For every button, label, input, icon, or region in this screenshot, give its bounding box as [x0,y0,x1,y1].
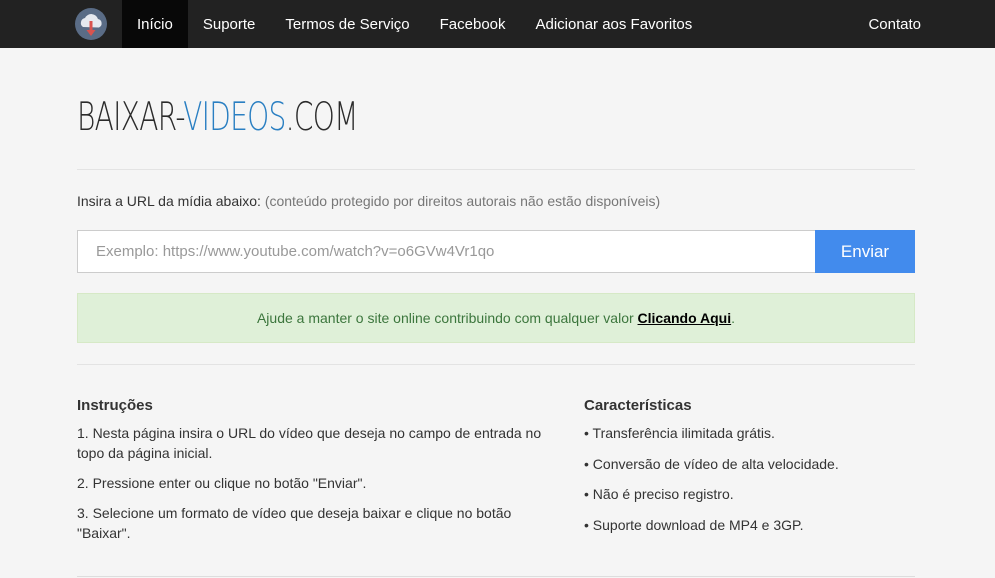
features-title: Características [584,397,692,414]
nav-item-contato[interactable]: Contato [853,0,936,48]
instructions-title: Instruções [77,397,153,414]
url-label-text: Insira a URL da mídia abaixo: [77,193,261,209]
feature-item: • Não é preciso registro. [584,486,734,502]
site-logo[interactable]: BAIXAR-VIDEOS.COM [77,98,358,137]
features-section: Características • Transferência ilimitad… [584,397,915,553]
features-list: • Transferência ilimitada grátis. • Conv… [584,423,915,535]
url-label-note: (conteúdo protegido por direitos autorai… [264,193,661,209]
nav-item-termos[interactable]: Termos de Serviço [270,0,424,48]
donation-link[interactable]: Clicando Aqui [638,310,732,326]
donation-text: Ajude a manter o site online contribuind… [256,310,634,326]
info-columns: Instruções 1. Nesta página insira o URL … [77,397,915,553]
footer-divider [77,576,915,577]
url-form: Enviar [77,230,915,273]
nav-item-suporte[interactable]: Suporte [188,0,271,48]
main-content: BAIXAR-VIDEOS.COM Insira a URL da mídia … [77,48,915,553]
url-label: Insira a URL da mídia abaixo: (conteúdo … [77,193,915,209]
logo-text-part3: .COM [285,95,359,140]
nav-item-inicio[interactable]: Início [122,0,188,48]
cloud-download-icon [75,8,107,40]
submit-button[interactable]: Enviar [815,230,915,273]
nav-item-facebook[interactable]: Facebook [425,0,521,48]
instructions-section: Instruções 1. Nesta página insira o URL … [77,397,584,553]
donation-suffix: . [731,310,736,326]
instruction-step: 1. Nesta página insira o URL do vídeo qu… [77,425,542,461]
logo-text-part1: BAIXAR- [77,95,184,140]
feature-item: • Suporte download de MP4 e 3GP. [584,516,804,533]
section-divider [77,364,915,365]
url-input[interactable] [77,230,815,273]
feature-item: • Conversão de vídeo de alta velocidade. [584,455,839,472]
top-navbar: Início Suporte Termos de Serviço Faceboo… [0,0,995,48]
nav-item-favoritos[interactable]: Adicionar aos Favoritos [521,0,708,48]
logo-text-part2: VIDEOS [183,95,286,140]
instruction-step: 3. Selecione um formato de vídeo que des… [77,505,512,541]
donation-alert: Ajude a manter o site online contribuind… [77,293,915,343]
feature-item: • Transferência ilimitada grátis. [584,425,775,441]
site-logo-area: BAIXAR-VIDEOS.COM [77,48,915,170]
brand-logo-link[interactable] [0,0,122,48]
instruction-step: 2. Pressione enter ou clique no botão "E… [77,475,367,491]
